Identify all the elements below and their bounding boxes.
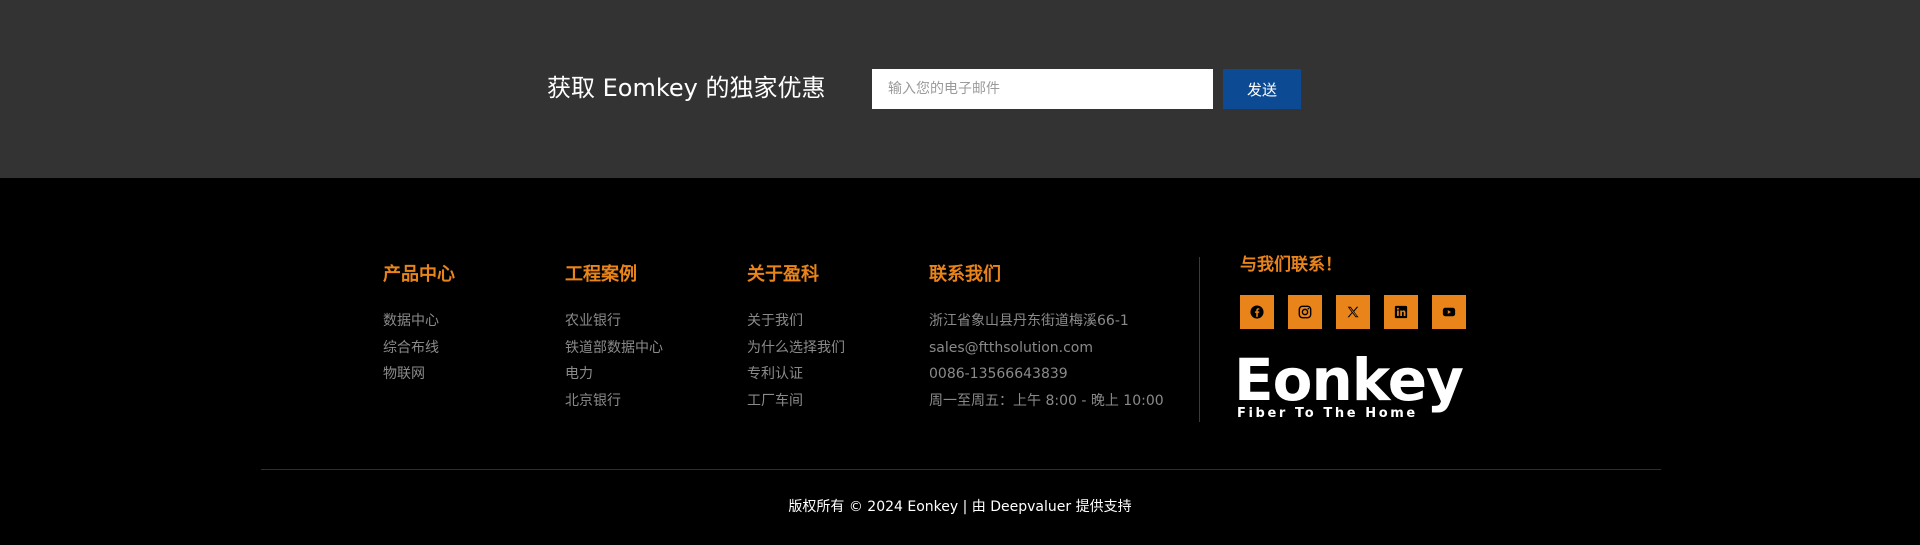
linkedin-icon — [1394, 305, 1408, 319]
footer-link-label[interactable]: 农业银行 — [565, 313, 621, 329]
column-heading-about: 关于盈科 — [747, 264, 819, 285]
footer-link-iot[interactable]: 物联网 — [383, 361, 455, 388]
vertical-divider — [1199, 257, 1200, 422]
instagram-icon — [1298, 305, 1312, 319]
footer-column-contact: 联系我们 浙江省象山县丹东街道梅溪66-1 sales@ftthsolution… — [929, 262, 1164, 414]
column-heading-cases: 工程案例 — [565, 264, 637, 285]
send-button[interactable]: 发送 — [1223, 69, 1301, 109]
footer-link-power[interactable]: 电力 — [565, 361, 663, 388]
footer-link-label[interactable]: 工厂车间 — [747, 393, 803, 409]
contact-hours: 周一至周五：上午 8:00 - 晚上 10:00 — [929, 392, 1164, 409]
page: 获取 Eomkey 的独家优惠 发送 产品中心 数据中心 综合布线 物联网 工程… — [0, 0, 1920, 545]
footer-link-factory[interactable]: 工厂车间 — [747, 388, 845, 415]
footer-link-data-center[interactable]: 数据中心 — [383, 308, 455, 335]
footer-column-cases: 工程案例 农业银行 铁道部数据中心 电力 北京银行 — [565, 262, 663, 414]
eonkey-logo[interactable]: Eonkey Fiber To The Home — [1234, 346, 1480, 422]
products-link-list: 数据中心 综合布线 物联网 — [383, 308, 455, 388]
footer-divider — [261, 469, 1661, 470]
footer-link-label[interactable]: 数据中心 — [383, 313, 439, 329]
newsletter-title: 获取 Eomkey 的独家优惠 — [547, 74, 826, 102]
x-twitter-link[interactable] — [1336, 295, 1370, 329]
contact-address: 浙江省象山县丹东街道梅溪66-1 — [929, 313, 1129, 329]
facebook-icon — [1250, 305, 1264, 319]
x-twitter-icon — [1347, 306, 1359, 318]
footer-link-label[interactable]: 为什么选择我们 — [747, 340, 845, 356]
newsletter-band: 获取 Eomkey 的独家优惠 发送 — [0, 0, 1920, 178]
social-links — [1240, 295, 1466, 329]
footer-link-label[interactable]: 北京银行 — [565, 393, 621, 409]
footer-column-products: 产品中心 数据中心 综合布线 物联网 — [383, 262, 455, 388]
email-input[interactable] — [872, 69, 1213, 109]
footer-link-label[interactable]: 专利认证 — [747, 366, 803, 382]
footer-link-railway-dc[interactable]: 铁道部数据中心 — [565, 335, 663, 362]
social-heading: 与我们联系！ — [1240, 255, 1342, 275]
linkedin-link[interactable] — [1384, 295, 1418, 329]
footer-link-why-us[interactable]: 为什么选择我们 — [747, 335, 845, 362]
footer-link-label[interactable]: 物联网 — [383, 366, 425, 382]
column-heading-products: 产品中心 — [383, 264, 455, 285]
column-heading-contact: 联系我们 — [929, 264, 1001, 285]
contact-phone[interactable]: 0086-13566643839 — [929, 361, 1164, 388]
footer-link-patents[interactable]: 专利认证 — [747, 361, 845, 388]
contact-email[interactable]: sales@ftthsolution.com — [929, 335, 1164, 362]
footer-column-about: 关于盈科 关于我们 为什么选择我们 专利认证 工厂车间 — [747, 262, 845, 414]
cases-link-list: 农业银行 铁道部数据中心 电力 北京银行 — [565, 308, 663, 414]
footer-link-label[interactable]: 电力 — [565, 366, 593, 382]
instagram-link[interactable] — [1288, 295, 1322, 329]
footer-link-cabling[interactable]: 综合布线 — [383, 335, 455, 362]
facebook-link[interactable] — [1240, 295, 1274, 329]
footer-link-label[interactable]: 关于我们 — [747, 313, 803, 329]
footer-link-agri-bank[interactable]: 农业银行 — [565, 308, 663, 335]
footer-link-about-us[interactable]: 关于我们 — [747, 308, 845, 335]
copyright-text: 版权所有 © 2024 Eonkey | 由 Deepvaluer 提供支持 — [788, 499, 1132, 515]
about-link-list: 关于我们 为什么选择我们 专利认证 工厂车间 — [747, 308, 845, 414]
footer-link-label[interactable]: 铁道部数据中心 — [565, 340, 663, 356]
youtube-link[interactable] — [1432, 295, 1466, 329]
youtube-icon — [1442, 307, 1456, 317]
footer-link-beijing-bank[interactable]: 北京银行 — [565, 388, 663, 415]
footer-link-label[interactable]: 综合布线 — [383, 340, 439, 356]
contact-info-list: 浙江省象山县丹东街道梅溪66-1 sales@ftthsolution.com … — [929, 308, 1164, 414]
logo-wordmark: Eonkey — [1234, 346, 1464, 414]
